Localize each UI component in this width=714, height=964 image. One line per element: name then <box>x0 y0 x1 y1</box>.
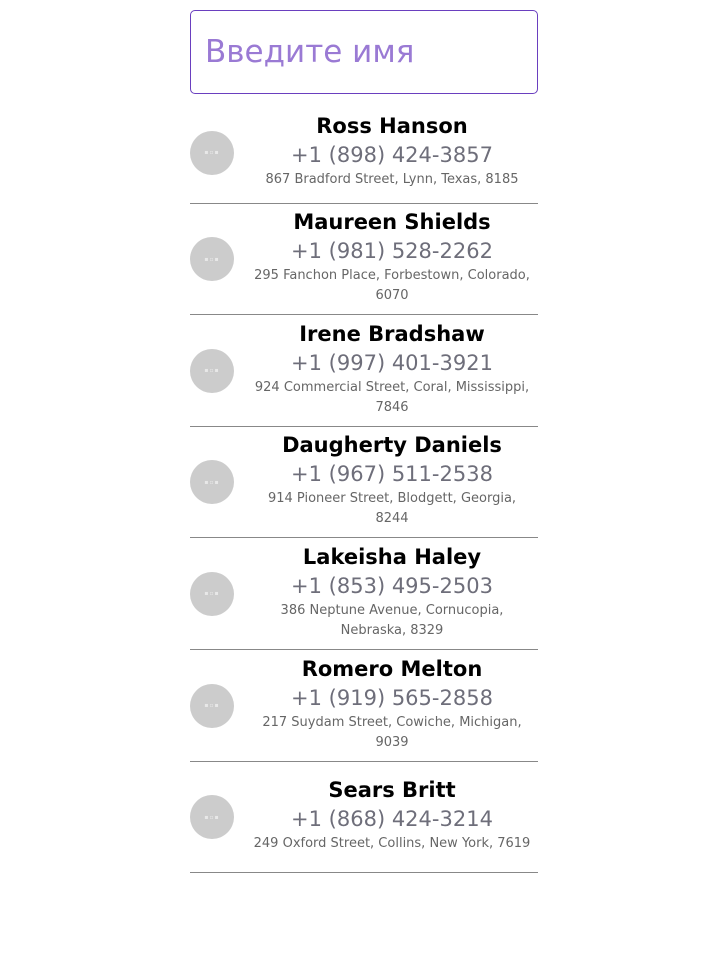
contact-phone: +1 (997) 401-3921 <box>291 350 493 375</box>
contact-list-item[interactable]: ▪▫▪ Maureen Shields +1 (981) 528-2262 29… <box>190 204 538 315</box>
avatar-placeholder-icon: ▪▫▪ <box>190 130 234 175</box>
contacts-app: ▪▫▪ Ross Hanson +1 (898) 424-3857 867 Br… <box>190 10 538 873</box>
contact-address: 217 Suydam Street, Cowiche, Michigan, 90… <box>262 714 522 750</box>
contact-name: Irene Bradshaw <box>299 321 485 346</box>
contact-phone: +1 (981) 528-2262 <box>291 239 493 263</box>
contact-list-item[interactable]: ▪▫▪ Irene Bradshaw +1 (997) 401-3921 924… <box>190 315 538 427</box>
avatar-placeholder-icon: ▪▫▪ <box>190 237 234 281</box>
contact-info: Romero Melton +1 (919) 565-2858 217 Suyd… <box>246 649 538 763</box>
contact-address: 249 Oxford Street, Collins, New York, 76… <box>253 836 531 851</box>
contact-name: Lakeisha Haley <box>302 544 482 569</box>
contact-name: Sears Britt <box>328 778 456 802</box>
contact-info: Daugherty Daniels +1 (967) 511-2538 914 … <box>246 425 538 539</box>
contact-info: Sears Britt +1 (868) 424-3214 249 Oxford… <box>246 770 538 864</box>
contact-list-item[interactable]: ▪▫▪ Romero Melton +1 (919) 565-2858 217 … <box>190 650 538 762</box>
contact-name: Maureen Shields <box>293 210 491 234</box>
search-input[interactable] <box>190 10 538 94</box>
contact-address: 295 Fanchon Place, Forbestown, Colorado,… <box>254 268 530 303</box>
contact-name: Romero Melton <box>301 656 483 681</box>
contact-info: Maureen Shields +1 (981) 528-2262 295 Fa… <box>246 202 538 316</box>
avatar-placeholder-icon: ▪▫▪ <box>190 348 234 393</box>
contact-phone: +1 (919) 565-2858 <box>291 685 493 710</box>
contact-info: Irene Bradshaw +1 (997) 401-3921 924 Com… <box>246 314 538 428</box>
contact-info: Ross Hanson +1 (898) 424-3857 867 Bradfo… <box>246 106 538 200</box>
contact-info: Lakeisha Haley +1 (853) 495-2503 386 Nep… <box>246 537 538 651</box>
contact-address: 924 Commercial Street, Coral, Mississipp… <box>254 379 530 415</box>
contact-address: 867 Bradford Street, Lynn, Texas, 8185 <box>265 171 519 187</box>
contact-phone: +1 (967) 511-2538 <box>291 462 493 486</box>
contact-list-item[interactable]: ▪▫▪ Daugherty Daniels +1 (967) 511-2538 … <box>190 427 538 538</box>
contact-list-item[interactable]: ▪▫▪ Sears Britt +1 (868) 424-3214 249 Ox… <box>190 762 538 873</box>
avatar-placeholder-icon: ▪▫▪ <box>190 683 234 728</box>
contact-list: ▪▫▪ Ross Hanson +1 (898) 424-3857 867 Br… <box>190 102 538 873</box>
contact-list-item[interactable]: ▪▫▪ Ross Hanson +1 (898) 424-3857 867 Br… <box>190 102 538 204</box>
contact-phone: +1 (868) 424-3214 <box>291 807 493 831</box>
contact-name: Daugherty Daniels <box>282 433 502 457</box>
avatar-placeholder-icon: ▪▫▪ <box>190 795 234 839</box>
contact-name: Ross Hanson <box>316 113 468 138</box>
avatar-placeholder-icon: ▪▫▪ <box>190 460 234 504</box>
contact-address: 386 Neptune Avenue, Cornucopia, Nebraska… <box>280 602 504 638</box>
contact-address: 914 Pioneer Street, Blodgett, Georgia, 8… <box>267 491 517 526</box>
contact-list-item[interactable]: ▪▫▪ Lakeisha Haley +1 (853) 495-2503 386… <box>190 538 538 650</box>
contact-phone: +1 (853) 495-2503 <box>291 573 493 598</box>
contact-phone: +1 (898) 424-3857 <box>291 142 493 167</box>
avatar-placeholder-icon: ▪▫▪ <box>190 571 234 616</box>
